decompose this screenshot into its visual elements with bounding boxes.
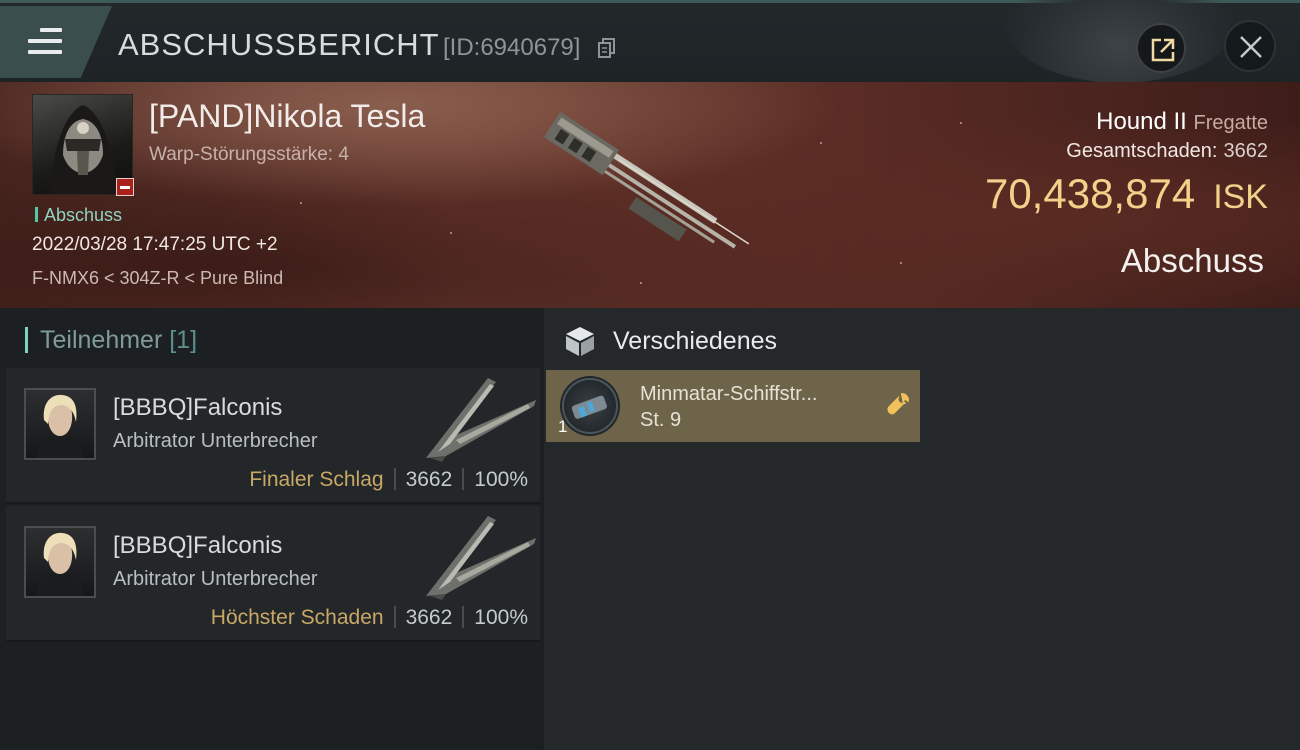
menu-button[interactable]: [0, 6, 112, 78]
attacker-ship: Arbitrator Unterbrecher: [113, 568, 318, 590]
victim-ship-image[interactable]: [520, 104, 780, 284]
attacker-role: Höchster Schaden: [210, 606, 384, 629]
attacker-stats: Höchster Schaden 3662 100%: [211, 606, 528, 630]
ship-class: Fregatte: [1193, 112, 1268, 134]
attacker-portrait[interactable]: [24, 526, 96, 598]
ship-name-text: Hound II: [1096, 108, 1187, 135]
victim-ship-name[interactable]: Hound II Fregatte: [1096, 108, 1268, 136]
participants-header: Teilnehmer [1]: [24, 326, 198, 355]
share-icon: [1151, 38, 1175, 62]
misc-header: Verschiedenes: [613, 327, 778, 355]
cube-icon: [566, 327, 594, 356]
kill-id: [ID:6940679]: [443, 34, 581, 61]
damage-label: Gesamtschaden:: [1066, 140, 1218, 162]
attacker-stats: Finaler Schlag 3662 100%: [249, 468, 528, 492]
isk-amount: 70,438,874: [984, 170, 1196, 217]
kill-datetime: 2022/03/28 17:47:25 UTC +2: [32, 234, 278, 255]
kill-location[interactable]: F-NMX6 < 304Z-R < Pure Blind: [32, 268, 283, 289]
kill-result: Abschuss: [1120, 242, 1264, 279]
attacker-percent: 100%: [474, 606, 528, 629]
victim-banner: [PAND]Nikola Tesla Warp-Störungsstärke: …: [0, 82, 1300, 308]
minus-icon: [116, 178, 134, 196]
victim-name[interactable]: [PAND]Nikola Tesla: [149, 98, 425, 135]
kill-tag: Abschuss: [35, 205, 122, 226]
share-button[interactable]: [1136, 23, 1186, 73]
participants-label: Teilnehmer: [40, 326, 163, 354]
attacker-row[interactable]: [BBBQ]Falconis Arbitrator Unterbrecher H…: [6, 506, 540, 642]
item-quantity: 1: [558, 417, 568, 436]
warp-disruption: Warp-Störungsstärke: 4: [149, 144, 349, 165]
misc-item[interactable]: 1 Minmatar-Schiffstr... St. 9: [546, 370, 920, 442]
attacker-portrait[interactable]: [24, 388, 96, 460]
item-name: Minmatar-Schiffstr...: [640, 383, 818, 405]
participants-count: [1]: [169, 326, 198, 354]
attacker-ship-image[interactable]: [416, 512, 540, 602]
wrench-icon[interactable]: [886, 392, 910, 416]
attacker-role: Finaler Schlag: [249, 468, 384, 491]
attacker-damage: 3662: [405, 468, 453, 491]
close-button[interactable]: [1224, 20, 1276, 72]
attacker-ship: Arbitrator Unterbrecher: [113, 430, 318, 452]
attacker-ship-image[interactable]: [416, 374, 540, 464]
attacker-damage: 3662: [405, 606, 453, 629]
attacker-row[interactable]: [BBBQ]Falconis Arbitrator Unterbrecher F…: [6, 368, 540, 504]
menu-icon: [28, 28, 62, 56]
attacker-name: [BBBQ]Falconis: [113, 394, 283, 421]
participants-panel: Teilnehmer [1] [BBBQ]Falconis Arbitrator…: [0, 308, 542, 750]
total-damage: Gesamtschaden: 3662: [1066, 140, 1268, 163]
attacker-percent: 100%: [474, 468, 528, 491]
isk-unit: ISK: [1213, 178, 1268, 216]
close-icon: [1240, 36, 1262, 58]
item-level: St. 9: [640, 409, 682, 431]
misc-panel: Verschiedenes 1 Minmatar-Schiffstr... St…: [544, 308, 1300, 750]
attacker-name: [BBBQ]Falconis: [113, 532, 283, 559]
item-icon: [560, 376, 620, 436]
planet-decoration: [1005, 0, 1235, 83]
isk-value: 70,438,874 ISK: [985, 170, 1268, 218]
page-title: ABSCHUSSBERICHT: [118, 27, 440, 62]
damage-value: 3662: [1223, 140, 1269, 162]
copy-icon[interactable]: [598, 38, 616, 58]
header-bar: ABSCHUSSBERICHT [ID:6940679]: [0, 0, 1300, 83]
